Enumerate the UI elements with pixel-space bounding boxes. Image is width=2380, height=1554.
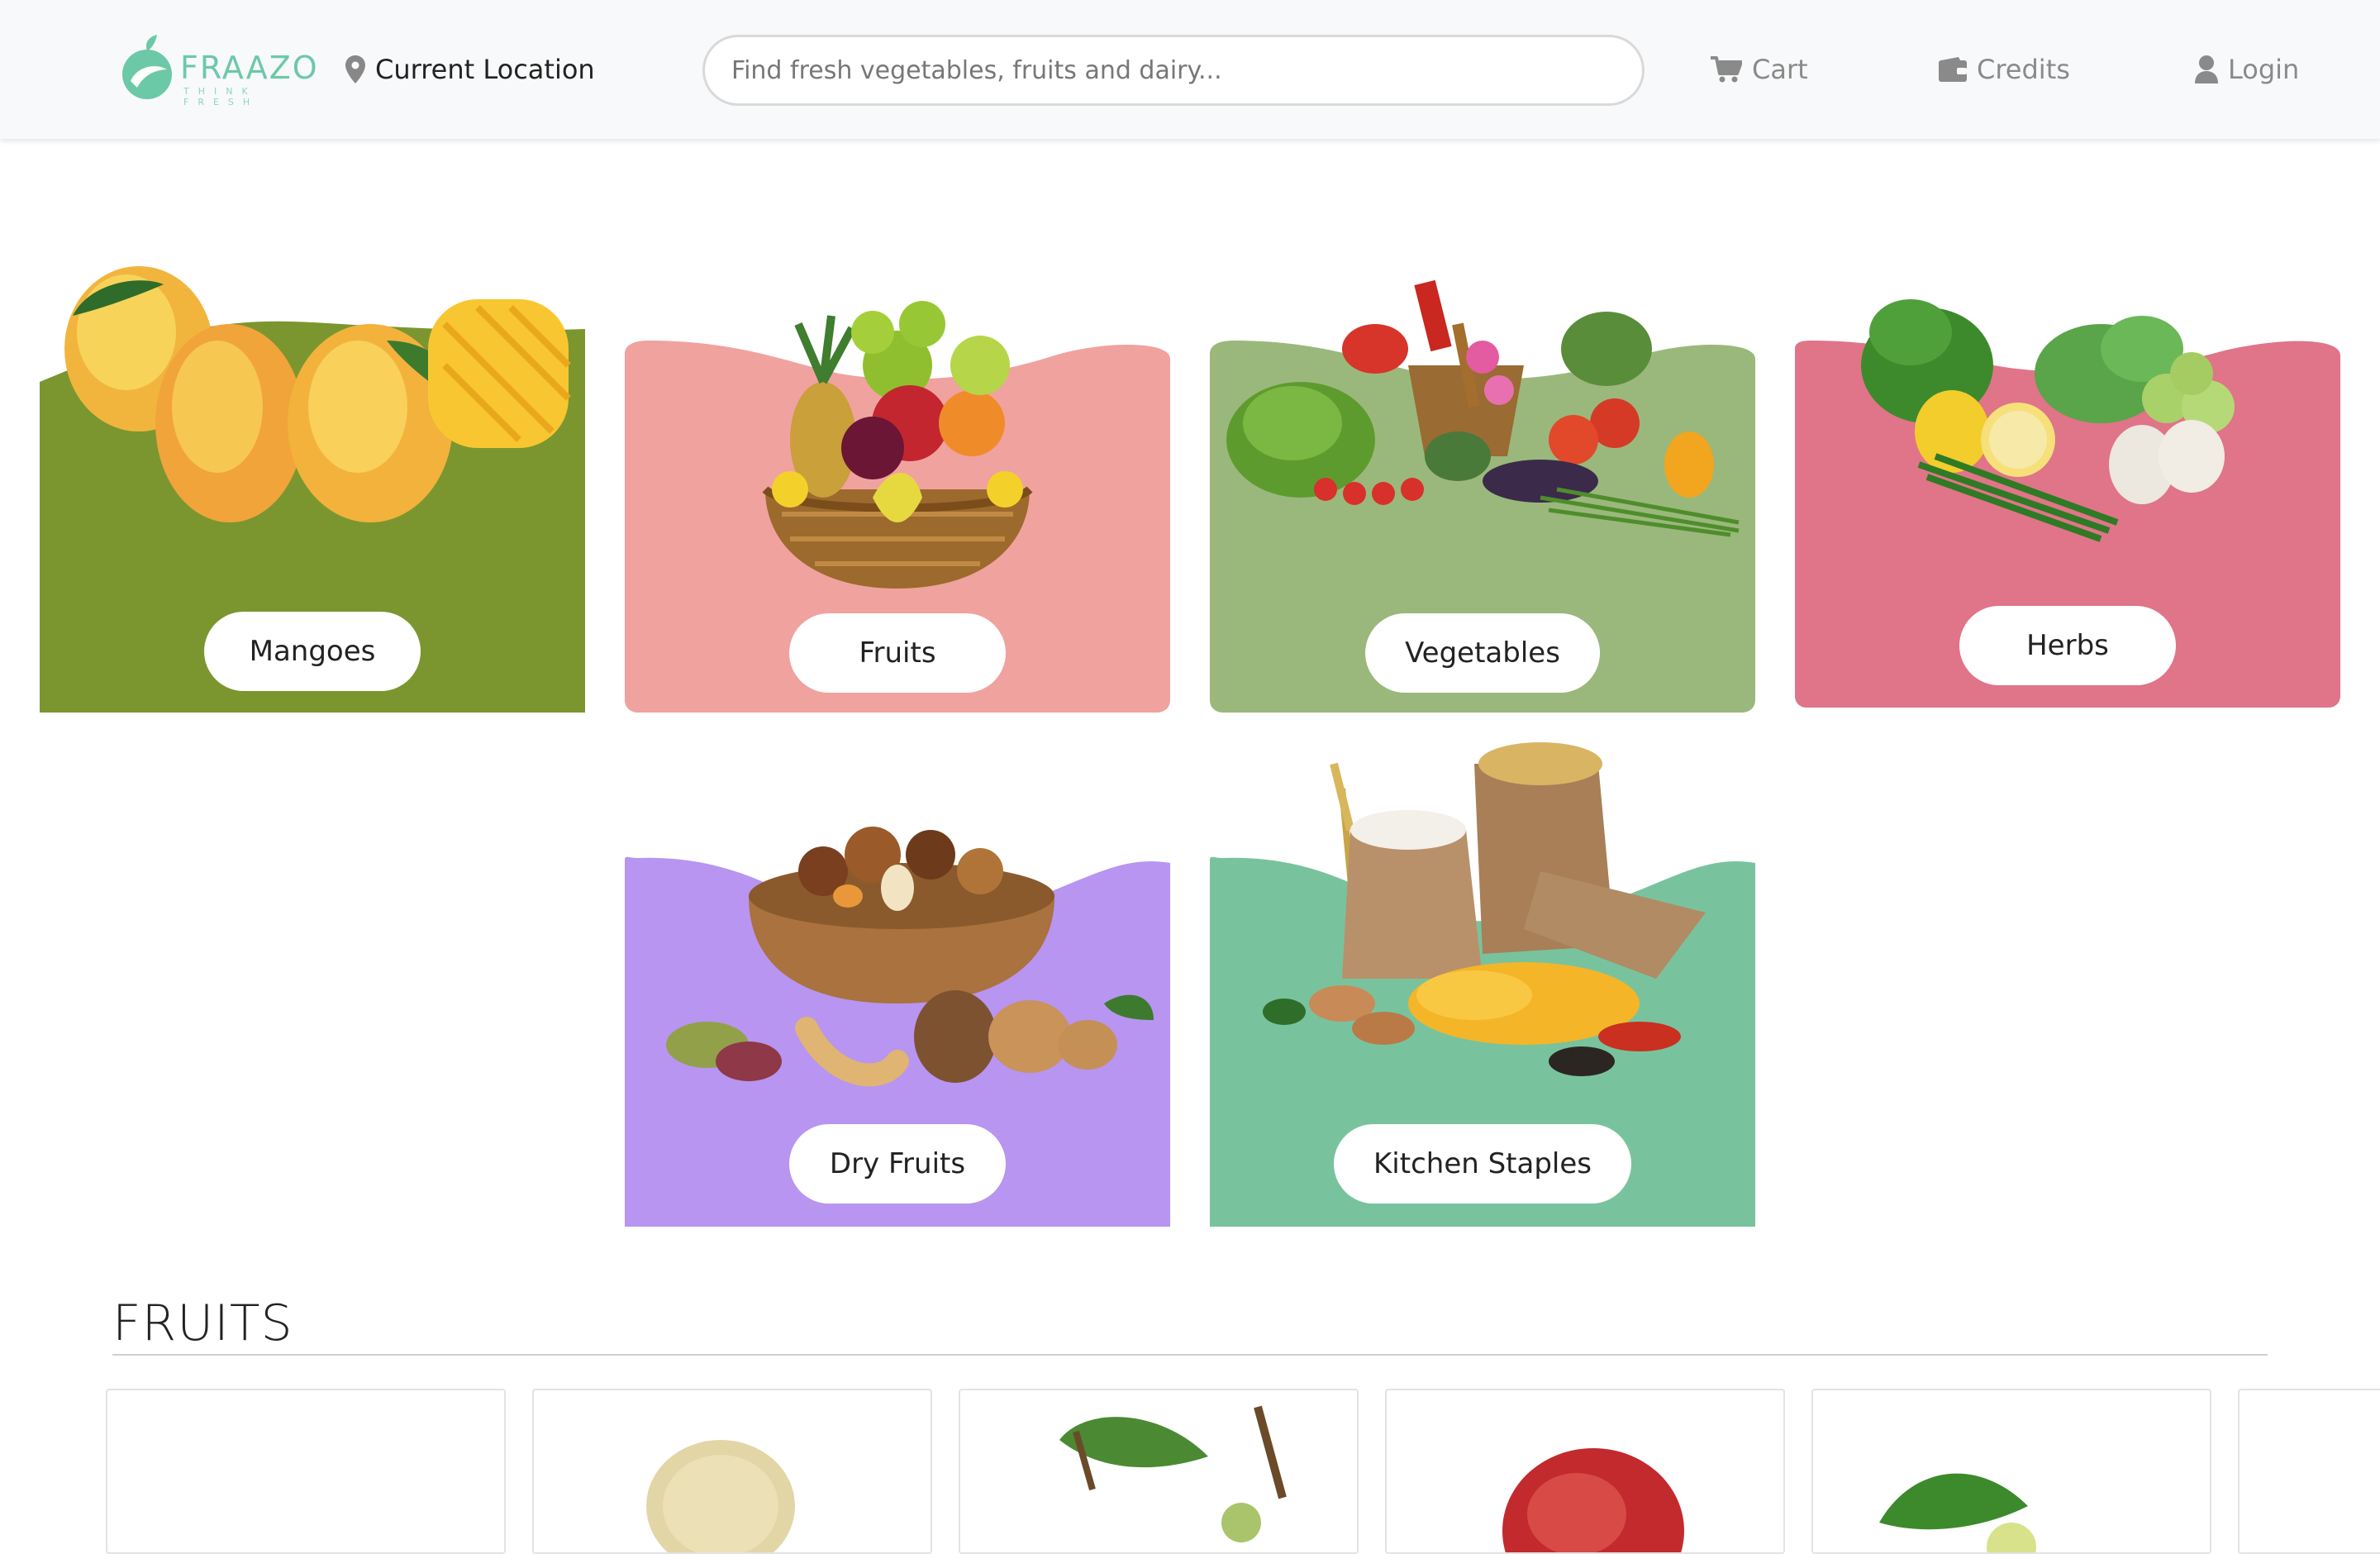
nav-credits-label: Credits	[1977, 54, 2070, 85]
cart-icon	[1711, 56, 1742, 83]
fraazo-logo[interactable]: FRAAZO THINK FRESH	[119, 33, 326, 107]
top-navbar: FRAAZO THINK FRESH Current Location Cart…	[0, 0, 2380, 139]
map-pin-icon	[345, 55, 365, 83]
nav-credits-link[interactable]: Credits	[1939, 50, 2070, 89]
category-label-dry-fruits: Dry Fruits	[789, 1124, 1006, 1204]
category-label-herbs: Herbs	[1959, 606, 2176, 685]
logo-tagline: THINK FRESH	[183, 86, 259, 107]
fraazo-leaf-logo-icon	[122, 35, 172, 99]
herbs-illustration	[1861, 299, 2235, 542]
category-name: Herbs	[2026, 629, 2109, 662]
nav-login-label: Login	[2228, 54, 2300, 85]
vegetables-illustration	[1226, 279, 1740, 537]
category-tile-dry-fruits[interactable]: Dry Fruits	[625, 731, 1170, 1227]
category-tile-mangoes[interactable]: Mangoes	[40, 217, 585, 713]
current-location-label: Current Location	[375, 54, 595, 85]
product-card[interactable]	[532, 1389, 932, 1554]
category-name: Kitchen Staples	[1373, 1147, 1592, 1180]
nav-login-link[interactable]: Login	[2195, 50, 2299, 89]
product-image	[1879, 1473, 2036, 1552]
category-label-fruits: Fruits	[789, 613, 1006, 693]
wallet-icon	[1939, 57, 1967, 82]
product-image	[646, 1440, 795, 1552]
category-tile-kitchen-staples[interactable]: Kitchen Staples	[1210, 731, 1755, 1227]
product-image	[1502, 1448, 1684, 1552]
section-divider	[112, 1354, 2268, 1356]
category-tile-fruits[interactable]: Fruits	[625, 217, 1170, 713]
category-label-vegetables: Vegetables	[1365, 613, 1600, 693]
product-card[interactable]	[1385, 1389, 1785, 1554]
nav-cart-link[interactable]: Cart	[1711, 50, 1808, 89]
category-label-kitchen-staples: Kitchen Staples	[1334, 1124, 1631, 1204]
product-card[interactable]	[1811, 1389, 2211, 1554]
kitchen-staples-illustration	[1263, 742, 1706, 1076]
product-card[interactable]	[2238, 1389, 2380, 1554]
search-input[interactable]	[702, 35, 1645, 106]
product-card[interactable]	[106, 1389, 506, 1554]
section-title-fruits: FRUITS	[112, 1294, 293, 1352]
category-label-mangoes: Mangoes	[204, 612, 421, 691]
user-icon	[2195, 55, 2218, 83]
fruit-basket-illustration	[762, 301, 1033, 589]
mangoes-illustration	[64, 266, 571, 522]
current-location-selector[interactable]: Current Location	[345, 51, 595, 88]
category-name: Dry Fruits	[829, 1147, 966, 1180]
logo-wordmark: FRAAZO	[180, 50, 319, 86]
category-name: Vegetables	[1405, 636, 1560, 670]
category-tile-vegetables[interactable]: Vegetables	[1210, 217, 1755, 713]
product-card[interactable]	[959, 1389, 1359, 1554]
category-name: Mangoes	[249, 635, 376, 668]
nav-cart-label: Cart	[1752, 54, 1808, 85]
dry-fruits-illustration	[666, 827, 1154, 1087]
product-image	[1059, 1405, 1287, 1542]
category-name: Fruits	[859, 636, 936, 670]
category-tile-herbs[interactable]: Herbs	[1795, 217, 2340, 713]
